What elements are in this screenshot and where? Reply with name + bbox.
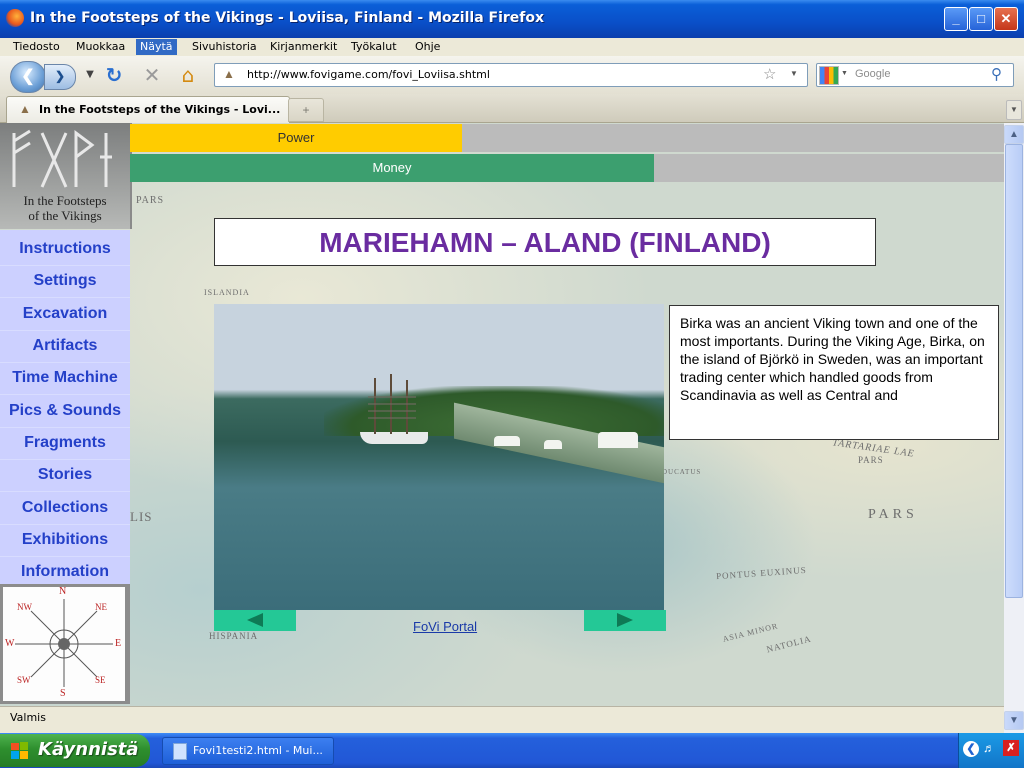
minimize-button[interactable]: _: [944, 7, 968, 31]
menu-instructions[interactable]: Instructions: [0, 233, 130, 266]
location-description[interactable]: Birka was an ancient Viking town and one…: [669, 305, 999, 440]
compass-e: E: [115, 638, 122, 649]
menu-stories[interactable]: Stories: [0, 459, 130, 492]
bookmark-star-icon[interactable]: ☆: [763, 65, 776, 83]
status-text: Valmis: [10, 711, 46, 724]
previous-photo-button[interactable]: [214, 610, 296, 631]
windows-taskbar: [0, 733, 1024, 768]
description-text: Birka was an ancient Viking town and one…: [680, 315, 985, 403]
menu-pics-sounds[interactable]: Pics & Sounds: [0, 395, 130, 428]
history-dropdown-icon[interactable]: ▼: [78, 63, 102, 87]
fovi-logo[interactable]: In the Footsteps of the Vikings: [0, 123, 132, 229]
map-label: DUCATUS: [662, 468, 702, 476]
power-bar-remaining: [462, 124, 1004, 152]
menu-time-machine[interactable]: Time Machine: [0, 362, 130, 395]
home-icon[interactable]: ⌂: [176, 63, 200, 87]
engine-dropdown-icon[interactable]: ▼: [841, 70, 848, 77]
document-icon: [173, 743, 187, 760]
compass-se: SE: [95, 675, 106, 685]
tab-site-icon: ▲: [19, 102, 31, 116]
map-label: PONTUS EUXINUS: [715, 564, 808, 582]
close-button[interactable]: ✕: [994, 7, 1018, 31]
google-engine-icon[interactable]: [819, 66, 839, 85]
start-label: Käynnistä: [38, 739, 139, 760]
maximize-button[interactable]: □: [969, 7, 993, 31]
menu-settings[interactable]: Settings: [0, 265, 130, 298]
map-label: NATOLIA: [765, 633, 813, 655]
compass-w: W: [5, 638, 15, 649]
menu-collections[interactable]: Collections: [0, 492, 130, 525]
map-label: ASIA MINOR: [721, 621, 780, 644]
arrow-left-icon: [247, 613, 263, 627]
rune-logo-icon: [12, 129, 112, 188]
menu-file[interactable]: Tiedosto: [9, 39, 64, 55]
back-button[interactable]: ❮: [10, 61, 46, 93]
windows-flag-icon: [11, 742, 28, 759]
money-bar: Money: [130, 154, 654, 182]
menu-view[interactable]: Näytä: [136, 39, 177, 55]
search-placeholder: Google: [855, 68, 891, 80]
forward-button[interactable]: ❯: [44, 64, 76, 90]
map-label: PARS: [868, 507, 918, 522]
compass-s: S: [60, 688, 66, 699]
search-icon[interactable]: ⚲: [991, 65, 1002, 83]
fovi-portal-link[interactable]: FoVi Portal: [413, 619, 477, 634]
address-bar[interactable]: ▲ http://www.fovigame.com/fovi_Loviisa.s…: [214, 63, 808, 87]
reload-icon[interactable]: ↻: [102, 63, 126, 87]
menu-tools[interactable]: Työkalut: [347, 39, 401, 55]
start-button[interactable]: Käynnistä: [0, 734, 150, 767]
menu-history[interactable]: Sivuhistoria: [188, 39, 261, 55]
compass-n: N: [59, 586, 67, 597]
compass-rose: N S W E NW NE SW SE: [0, 584, 130, 704]
volume-icon[interactable]: ♬: [983, 741, 995, 755]
location-photo: [214, 304, 664, 610]
security-alert-icon[interactable]: ✗: [1003, 740, 1019, 756]
compass-nw: NW: [17, 602, 32, 612]
taskbar-item-label: Fovi1testi2.html - Mui...: [193, 744, 323, 757]
taskbar-item-editor[interactable]: Fovi1testi2.html - Mui...: [162, 737, 334, 765]
status-bar: Valmis: [0, 706, 1004, 729]
scroll-down-icon[interactable]: ▼: [1004, 711, 1024, 730]
map-label: LIS: [130, 509, 153, 524]
page-scrollbar[interactable]: ▲ ▼: [1004, 123, 1024, 733]
menu-excavation[interactable]: Excavation: [0, 298, 130, 331]
url-text[interactable]: http://www.fovigame.com/fovi_Loviisa.sht…: [247, 68, 490, 81]
map-label: HISPANIA: [209, 631, 259, 641]
firefox-icon: [6, 9, 24, 27]
game-menu: Instructions Settings Excavation Artifac…: [0, 230, 130, 589]
stop-icon[interactable]: ✕: [140, 63, 164, 87]
menu-bookmarks[interactable]: Kirjanmerkit: [266, 39, 341, 55]
next-photo-button[interactable]: [584, 610, 666, 631]
search-box[interactable]: ▼ Google ⚲: [816, 63, 1014, 87]
tab-label: In the Footsteps of the Vikings - Lovi..…: [39, 103, 281, 116]
menu-fragments[interactable]: Fragments: [0, 427, 130, 460]
window-title: In the Footsteps of the Vikings - Loviis…: [30, 10, 545, 26]
tab-list-button[interactable]: ▼: [1006, 100, 1022, 120]
site-icon: ▲: [223, 67, 235, 81]
menu-help[interactable]: Ohje: [411, 39, 444, 55]
compass-sw: SW: [17, 675, 31, 685]
system-tray: ❮ ♬ ✗: [958, 733, 1024, 768]
scroll-thumb[interactable]: [1005, 144, 1023, 598]
tab-active[interactable]: ▲ In the Footsteps of the Vikings - Lovi…: [6, 96, 290, 123]
map-label: ISLANDIA: [204, 288, 250, 297]
map-label: PARS: [136, 195, 165, 206]
power-bar: Power: [130, 124, 462, 152]
url-dropdown-icon[interactable]: ▼: [790, 69, 798, 78]
map-label: PARS: [858, 455, 884, 465]
menu-artifacts[interactable]: Artifacts: [0, 330, 130, 363]
menu-exhibitions[interactable]: Exhibitions: [0, 524, 130, 557]
tray-expand-icon[interactable]: ❮: [963, 741, 979, 757]
money-bar-remaining: [654, 154, 1004, 182]
menu-edit[interactable]: Muokkaa: [72, 39, 129, 55]
new-tab-button[interactable]: +: [288, 98, 324, 122]
compass-ne: NE: [95, 602, 107, 612]
window-title-bar[interactable]: In the Footsteps of the Vikings - Loviis…: [0, 0, 1024, 38]
logo-caption: In the Footsteps of the Vikings: [23, 193, 107, 223]
scroll-up-icon[interactable]: ▲: [1004, 125, 1024, 144]
arrow-right-icon: [617, 613, 633, 627]
menu-bar: Tiedosto Muokkaa Näytä Sivuhistoria Kirj…: [0, 38, 1024, 56]
location-title: MARIEHAMN – ALAND (FINLAND): [214, 218, 876, 266]
